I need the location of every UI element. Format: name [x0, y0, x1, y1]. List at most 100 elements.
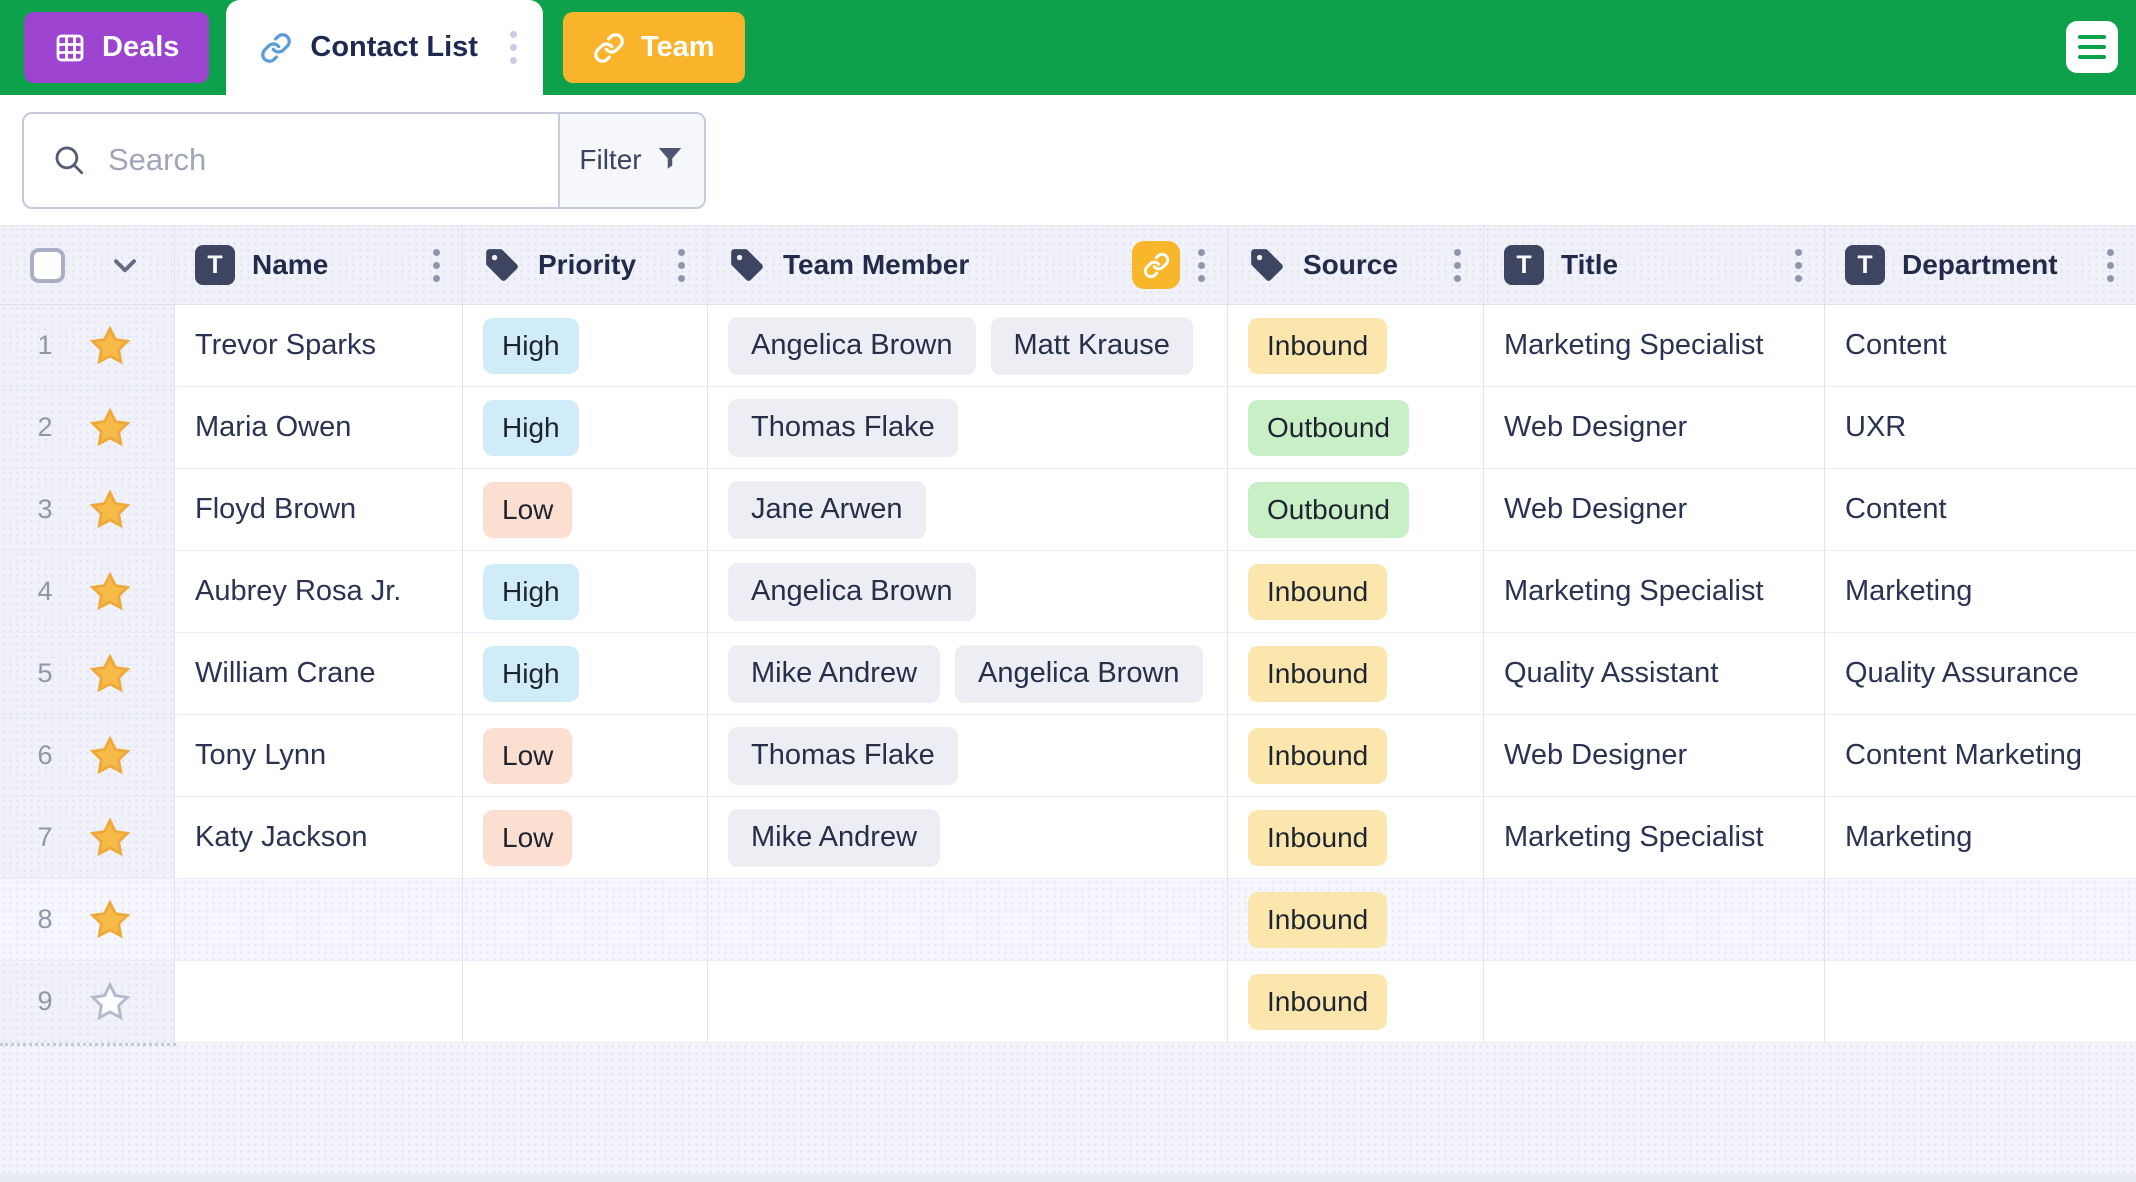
cell-team-member[interactable]: Thomas Flake — [708, 715, 1228, 796]
horizontal-scrollbar-track[interactable] — [0, 1174, 2136, 1182]
column-header-source[interactable]: Source — [1228, 226, 1484, 304]
cell-team-member[interactable]: Mike Andrew Angelica Brown — [708, 633, 1228, 714]
cell-title[interactable]: Quality Assistant — [1484, 633, 1825, 714]
row-handle-cell[interactable]: 3 — [0, 469, 175, 550]
cell-team-member[interactable]: Thomas Flake — [708, 387, 1228, 468]
star-icon[interactable] — [88, 570, 132, 614]
cell-team-member[interactable]: Angelica Brown Matt Krause — [708, 305, 1228, 386]
cell-team-member[interactable]: Mike Andrew — [708, 797, 1228, 878]
star-icon[interactable] — [88, 898, 132, 942]
cell-source[interactable]: Inbound — [1228, 551, 1484, 632]
column-menu-dots-icon[interactable] — [2107, 248, 2114, 282]
star-icon[interactable] — [88, 734, 132, 778]
priority-badge: Low — [483, 809, 573, 866]
cell-priority[interactable]: High — [463, 305, 708, 386]
cell-name[interactable]: Trevor Sparks — [175, 305, 463, 386]
select-all-checkbox[interactable] — [30, 247, 65, 283]
column-header-team-member[interactable]: Team Member — [708, 226, 1228, 304]
cell-priority[interactable] — [463, 879, 708, 960]
app-window: Deals Contact List Team Search Filter T … — [0, 0, 2136, 1182]
hamburger-menu-button[interactable] — [2066, 21, 2118, 73]
column-menu-dots-icon[interactable] — [678, 248, 685, 282]
column-header-department[interactable]: T Department — [1825, 226, 2136, 304]
cell-department[interactable]: Content — [1825, 469, 2136, 550]
search-input[interactable] — [86, 113, 558, 207]
cell-team-member[interactable] — [708, 879, 1228, 960]
cell-team-member[interactable]: Jane Arwen — [708, 469, 1228, 550]
star-icon[interactable] — [88, 652, 132, 696]
cell-title[interactable]: Marketing Specialist — [1484, 551, 1825, 632]
cell-name[interactable]: Maria Owen — [175, 387, 463, 468]
cell-department[interactable]: UXR — [1825, 387, 2136, 468]
cell-department[interactable]: Quality Assurance — [1825, 633, 2136, 714]
cell-name[interactable]: William Crane — [175, 633, 463, 714]
cell-source[interactable]: Inbound — [1228, 715, 1484, 796]
cell-department[interactable] — [1825, 879, 2136, 960]
cell-name[interactable]: Aubrey Rosa Jr. — [175, 551, 463, 632]
tab-deals[interactable]: Deals — [24, 12, 210, 83]
column-menu-dots-icon[interactable] — [1454, 248, 1461, 282]
cell-priority[interactable]: High — [463, 633, 708, 714]
cell-name[interactable]: Katy Jackson — [175, 797, 463, 878]
cell-title[interactable]: Marketing Specialist — [1484, 797, 1825, 878]
star-icon[interactable] — [88, 324, 132, 368]
row-number: 1 — [37, 330, 53, 360]
cell-source[interactable]: Inbound — [1228, 633, 1484, 714]
cell-title[interactable] — [1484, 961, 1825, 1042]
cell-name[interactable] — [175, 961, 463, 1042]
column-menu-dots-icon[interactable] — [1198, 248, 1205, 282]
cell-team-member[interactable] — [708, 961, 1228, 1042]
column-menu-dots-icon[interactable] — [433, 248, 440, 282]
cell-source[interactable]: Inbound — [1228, 961, 1484, 1042]
cell-name[interactable]: Floyd Brown — [175, 469, 463, 550]
linked-field-icon[interactable] — [1132, 241, 1180, 289]
tab-team[interactable]: Team — [562, 12, 745, 83]
row-handle-cell[interactable]: 6 — [0, 715, 175, 796]
row-handle-cell[interactable]: 7 — [0, 797, 175, 878]
row-handle-cell[interactable]: 9 — [0, 961, 175, 1042]
cell-source[interactable]: Inbound — [1228, 879, 1484, 960]
cell-department[interactable]: Content Marketing — [1825, 715, 2136, 796]
cell-priority[interactable] — [463, 961, 708, 1042]
filter-button[interactable]: Filter — [558, 113, 704, 207]
cell-team-member[interactable]: Angelica Brown — [708, 551, 1228, 632]
star-icon[interactable] — [88, 816, 132, 860]
star-icon[interactable] — [88, 406, 132, 450]
cell-title[interactable] — [1484, 879, 1825, 960]
column-menu-dots-icon[interactable] — [1795, 248, 1802, 282]
cell-department[interactable]: Marketing — [1825, 797, 2136, 878]
cell-department[interactable]: Marketing — [1825, 551, 2136, 632]
cell-priority[interactable]: Low — [463, 797, 708, 878]
star-icon[interactable] — [88, 488, 132, 532]
column-header-name[interactable]: T Name — [175, 226, 463, 304]
cell-priority[interactable]: Low — [463, 715, 708, 796]
cell-source[interactable]: Outbound — [1228, 387, 1484, 468]
cell-priority[interactable]: Low — [463, 469, 708, 550]
row-handle-cell[interactable]: 2 — [0, 387, 175, 468]
star-icon[interactable] — [88, 980, 132, 1024]
cell-title[interactable]: Marketing Specialist — [1484, 305, 1825, 386]
column-header-title[interactable]: T Title — [1484, 226, 1825, 304]
row-number: 8 — [37, 904, 53, 934]
cell-source[interactable]: Outbound — [1228, 469, 1484, 550]
cell-title[interactable]: Web Designer — [1484, 387, 1825, 468]
cell-name[interactable] — [175, 879, 463, 960]
cell-department[interactable]: Content — [1825, 305, 2136, 386]
chevron-down-icon[interactable] — [107, 247, 143, 283]
cell-department[interactable] — [1825, 961, 2136, 1042]
row-handle-cell[interactable]: 8 — [0, 879, 175, 960]
tab-menu-dots-icon[interactable] — [509, 31, 517, 64]
tab-contact-list[interactable]: Contact List — [226, 0, 543, 95]
row-handle-cell[interactable]: 1 — [0, 305, 175, 386]
cell-name[interactable]: Tony Lynn — [175, 715, 463, 796]
cell-title[interactable]: Web Designer — [1484, 715, 1825, 796]
cell-title[interactable]: Web Designer — [1484, 469, 1825, 550]
cell-source[interactable]: Inbound — [1228, 305, 1484, 386]
cell-priority[interactable]: High — [463, 387, 708, 468]
cell-priority[interactable]: High — [463, 551, 708, 632]
table-row: 8 Inbound — [0, 879, 2136, 961]
row-handle-cell[interactable]: 5 — [0, 633, 175, 714]
cell-source[interactable]: Inbound — [1228, 797, 1484, 878]
row-handle-cell[interactable]: 4 — [0, 551, 175, 632]
column-header-priority[interactable]: Priority — [463, 226, 708, 304]
